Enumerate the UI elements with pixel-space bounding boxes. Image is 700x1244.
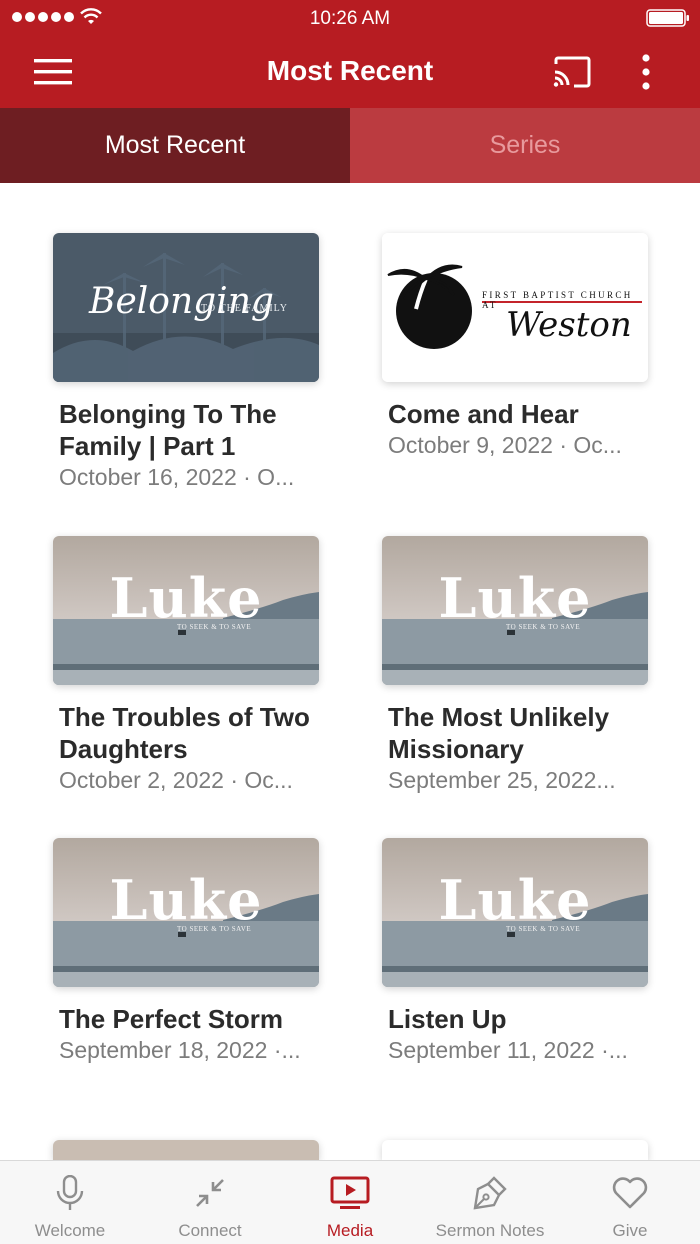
sermon-date: September 18, 2022 ·... [59,1037,301,1063]
thumbnail-subtitle: TO THE FAMILY [201,303,288,314]
sermon-card-partial[interactable] [53,1140,319,1160]
tab-label: Welcome [34,1221,106,1240]
tv-play-icon [330,1175,370,1211]
tab-label: Connect [178,1221,242,1240]
tab-connect[interactable]: Connect [140,1161,280,1244]
sermon-date: October 16, 2022 · O... [59,464,295,490]
page-title: Most Recent [266,55,434,86]
battery-icon [646,9,689,27]
thumbnail-title: Belonging [89,281,274,322]
thumbnail-title: Weston [506,305,632,345]
sermon-thumbnail [53,1140,319,1160]
status-time: 10:26 AM [309,8,391,29]
sermon-title: The Perfect Storm [59,1004,283,1034]
thumbnail-title: Luke [438,566,592,630]
thumbnail-subtitle: TO SEEK & TO SAVE [506,623,581,631]
connect-arrows-icon [193,1175,227,1211]
tab-label: Give [612,1221,648,1240]
sermon-card[interactable]: Luke TO SEEK & TO SAVE Listen Up Septemb… [382,838,648,1065]
sermon-title: Listen Up [388,1004,507,1034]
sermon-thumbnail: Belonging TO THE FAMILY [53,233,319,382]
sermon-grid: Belonging TO THE FAMILY Belonging To The… [0,183,700,1160]
thumbnail-subtitle: TO SEEK & TO SAVE [177,925,252,933]
sermon-thumbnail [382,1140,648,1160]
sermon-title: The Troubles of Two Daughters [59,702,310,764]
sermon-card[interactable]: Belonging TO THE FAMILY Belonging To The… [53,233,319,492]
thumbnail-subtitle: TO SEEK & TO SAVE [177,623,252,631]
microphone-icon [55,1175,85,1211]
navigation-bar: Most Recent [0,36,700,108]
sermon-thumbnail: Luke TO SEEK & TO SAVE [382,838,648,987]
sermon-date: October 2, 2022 · Oc... [59,767,293,793]
sermon-date: September 25, 2022... [388,767,616,793]
tab-most-recent[interactable]: Most Recent [0,108,350,183]
tab-label: Media [326,1221,374,1240]
tab-media[interactable]: Media [280,1161,420,1244]
sermon-card[interactable]: Luke TO SEEK & TO SAVE The Perfect Storm… [53,838,319,1065]
thumbnail-title: Luke [438,868,592,932]
sermon-thumbnail: Luke TO SEEK & TO SAVE [382,536,648,685]
sermon-thumbnail: Luke TO SEEK & TO SAVE [53,838,319,987]
heart-icon [612,1175,648,1211]
sermon-card-partial[interactable] [382,1140,648,1160]
sermon-card[interactable]: Luke TO SEEK & TO SAVE The Troubles of T… [53,536,319,795]
sermon-title: Come and Hear [388,399,579,429]
sermon-card[interactable]: FIRST BAPTIST CHURCH AT Weston Come and … [382,233,648,460]
tab-sermon-notes[interactable]: Sermon Notes [420,1161,560,1244]
tab-give[interactable]: Give [560,1161,700,1244]
status-bar: 10:26 AM [0,0,700,36]
more-vertical-icon[interactable] [624,50,668,94]
thumbnail-subtitle: TO SEEK & TO SAVE [506,925,581,933]
sermon-title: The Most Unlikely Missionary [388,702,610,764]
tab-label: Sermon Notes [435,1221,545,1240]
sermon-date: September 11, 2022 ·... [388,1037,628,1063]
thumbnail-title: Luke [109,868,263,932]
thumbnail-title: Luke [109,566,263,630]
pen-nib-icon [472,1175,508,1211]
tab-series[interactable]: Series [350,108,700,183]
sermon-title: Belonging To The Family | Part 1 [59,399,277,461]
app-screen: 10:26 AM Most Recent Most Recent Series … [0,0,700,1244]
bottom-tab-bar: Welcome Connect Media Sermon Notes Give [0,1160,700,1244]
media-tabs: Most Recent Series [0,108,700,183]
tab-welcome[interactable]: Welcome [0,1161,140,1244]
sermon-card[interactable]: Luke TO SEEK & TO SAVE The Most Unlikely… [382,536,648,795]
cast-icon[interactable] [550,50,594,94]
sermon-date: October 9, 2022 · Oc... [388,432,622,458]
sermon-thumbnail: FIRST BAPTIST CHURCH AT Weston [382,233,648,382]
sermon-thumbnail: Luke TO SEEK & TO SAVE [53,536,319,685]
